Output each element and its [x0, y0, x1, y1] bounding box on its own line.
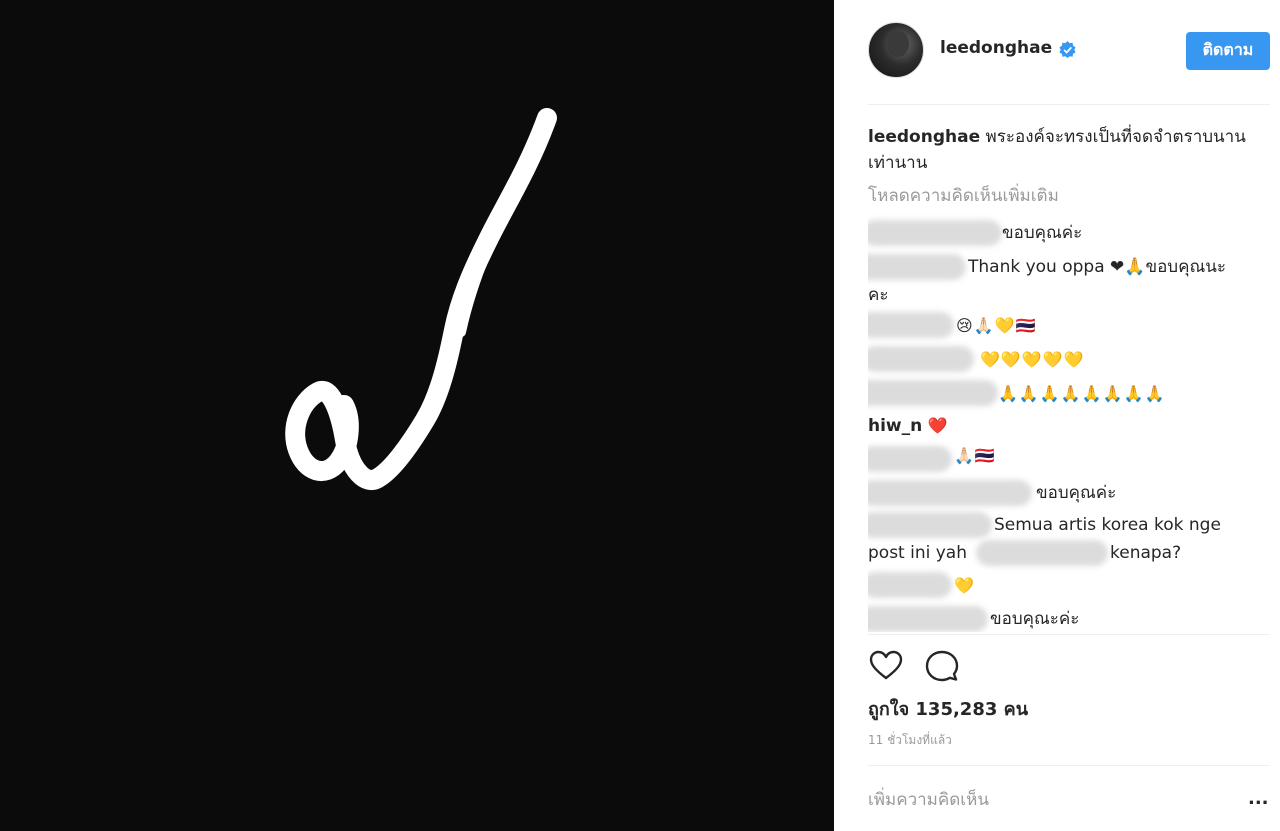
comment-text: 🙏🙏🙏🙏🙏🙏🙏🙏 [998, 384, 1166, 403]
blurred-username [868, 312, 954, 338]
comment-text: post ini yah [868, 543, 967, 563]
comment-username[interactable]: hiw_n [868, 416, 922, 436]
post-image[interactable] [0, 0, 834, 831]
comment-text: Semua artis korea kok nge [994, 515, 1221, 535]
add-comment-input[interactable]: เพิ่มความคิดเห็น [868, 786, 989, 813]
comment-text: 😢🙏🏻💛🇹🇭 [956, 316, 1037, 335]
comment-text: ขอบคุณค่ะ [1036, 483, 1117, 503]
follow-button[interactable]: ติดตาม [1186, 32, 1270, 70]
list-item: คะ [868, 282, 889, 309]
blurred-username [868, 512, 992, 538]
header-username[interactable]: leedonghae [940, 38, 1052, 58]
blurred-username [868, 572, 952, 598]
heart-icon[interactable] [868, 648, 904, 684]
load-more-comments-link[interactable]: โหลดความคิดเห็นเพิ่มเติม [868, 182, 1059, 209]
post-details-panel: leedonghae ติดตาม leedonghae พระองค์จะทร… [834, 0, 1280, 831]
comments-divider [868, 634, 1270, 635]
blurred-username [868, 254, 966, 280]
more-options-button[interactable]: ... [1248, 788, 1269, 809]
thai-numeral-nine-brush [285, 108, 557, 490]
post-timestamp[interactable]: 11 ชั่วโมงที่แล้ว [868, 731, 952, 750]
comment-text: ขอบคุณะค่ะ [990, 609, 1080, 629]
likes-count[interactable]: ถูกใจ 135,283 คน [868, 694, 1028, 723]
blurred-username [868, 346, 974, 372]
caption: leedonghae พระองค์จะทรงเป็นที่จดจำตราบนา… [868, 124, 1258, 176]
blurred-username [868, 446, 952, 472]
blurred-mention [976, 540, 1108, 566]
post-header: leedonghae ติดตาม [834, 0, 1280, 104]
blurred-username [868, 606, 988, 632]
verified-badge-icon [1059, 41, 1076, 58]
comments-list: leedonghae พระองค์จะทรงเป็นที่จดจำตราบนา… [868, 120, 1270, 632]
blurred-username [868, 380, 998, 406]
blurred-username [868, 480, 1032, 506]
comment-text: 💛💛💛💛💛 [980, 350, 1085, 369]
caption-username[interactable]: leedonghae [868, 127, 980, 147]
comment-text: ขอบคุณค่ะ [1002, 223, 1083, 243]
avatar[interactable] [868, 22, 924, 78]
list-item: post ini yah kenapa? [868, 540, 1181, 567]
comment-text: คะ [868, 285, 889, 305]
comment-text: Thank you oppa ❤🙏ขอบคุณนะ [968, 257, 1226, 277]
comment-text: 💛 [954, 576, 975, 595]
header-divider [868, 104, 1270, 105]
comment-text: kenapa? [1110, 543, 1182, 563]
list-item: hiw_n ❤️ [868, 412, 949, 440]
blurred-username [868, 220, 1002, 246]
footer-divider [868, 765, 1270, 766]
comment-bubble-icon[interactable] [924, 648, 960, 684]
comment-text: 🙏🏻🇹🇭 [954, 446, 996, 465]
comment-text: ❤️ [927, 416, 949, 435]
